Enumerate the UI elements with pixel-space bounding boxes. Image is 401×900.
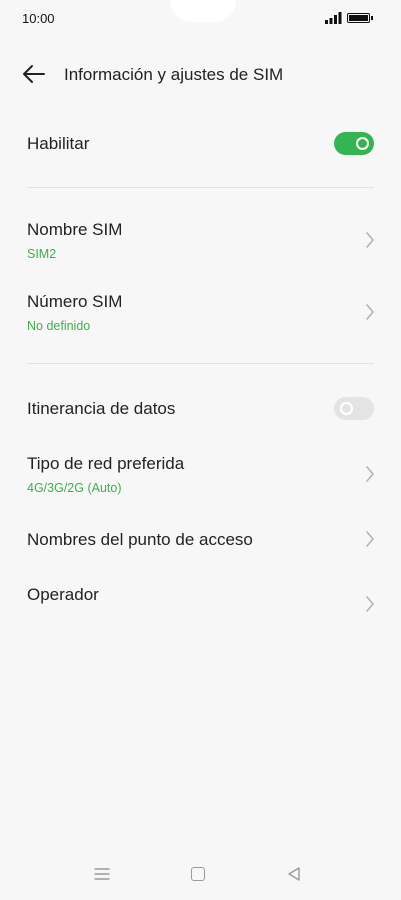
- apn-label: Nombres del punto de acceso: [27, 530, 253, 549]
- enable-label: Habilitar: [27, 134, 90, 153]
- signal-icon: [325, 12, 342, 24]
- network-type-value: 4G/3G/2G (Auto): [27, 481, 122, 495]
- back-triangle-icon[interactable]: [286, 866, 302, 882]
- navigation-bar: [0, 858, 401, 894]
- status-bar: 10:00: [0, 0, 401, 36]
- menu-icon[interactable]: [94, 866, 110, 882]
- back-arrow-icon[interactable]: [22, 64, 46, 84]
- sim-name-label: Nombre SIM: [27, 220, 123, 239]
- top-app-bar: Información y ajustes de SIM: [0, 52, 401, 96]
- apn-row[interactable]: Nombres del punto de acceso: [0, 518, 401, 562]
- page-title: Información y ajustes de SIM: [64, 65, 284, 84]
- enable-toggle[interactable]: [334, 132, 374, 155]
- operator-row[interactable]: Operador: [0, 574, 401, 626]
- network-type-label: Tipo de red preferida: [27, 454, 185, 473]
- toggle-knob: [340, 402, 353, 415]
- data-roaming-toggle[interactable]: [334, 397, 374, 420]
- status-icons: [325, 11, 375, 25]
- network-type-row[interactable]: Tipo de red preferida 4G/3G/2G (Auto): [0, 446, 401, 504]
- chevron-right-icon: [366, 466, 374, 482]
- operator-label: Operador: [27, 585, 99, 604]
- status-time: 10:00: [22, 11, 55, 26]
- data-roaming-label: Itinerancia de datos: [27, 399, 176, 418]
- sim-name-value: SIM2: [27, 247, 57, 261]
- enable-row[interactable]: Habilitar: [0, 120, 401, 168]
- sim-number-row[interactable]: Número SIM No definido: [0, 284, 401, 342]
- chevron-right-icon: [366, 304, 374, 320]
- sim-number-value: No definido: [27, 319, 91, 333]
- divider: [27, 363, 374, 364]
- chevron-right-icon: [366, 596, 374, 612]
- sim-name-row[interactable]: Nombre SIM SIM2: [0, 212, 401, 270]
- divider: [27, 187, 374, 188]
- sim-number-label: Número SIM: [27, 292, 123, 311]
- toggle-knob: [356, 137, 369, 150]
- chevron-right-icon: [366, 531, 374, 547]
- data-roaming-row[interactable]: Itinerancia de datos: [0, 386, 401, 432]
- home-icon[interactable]: [191, 867, 205, 881]
- battery-icon: [347, 13, 373, 23]
- chevron-right-icon: [366, 232, 374, 248]
